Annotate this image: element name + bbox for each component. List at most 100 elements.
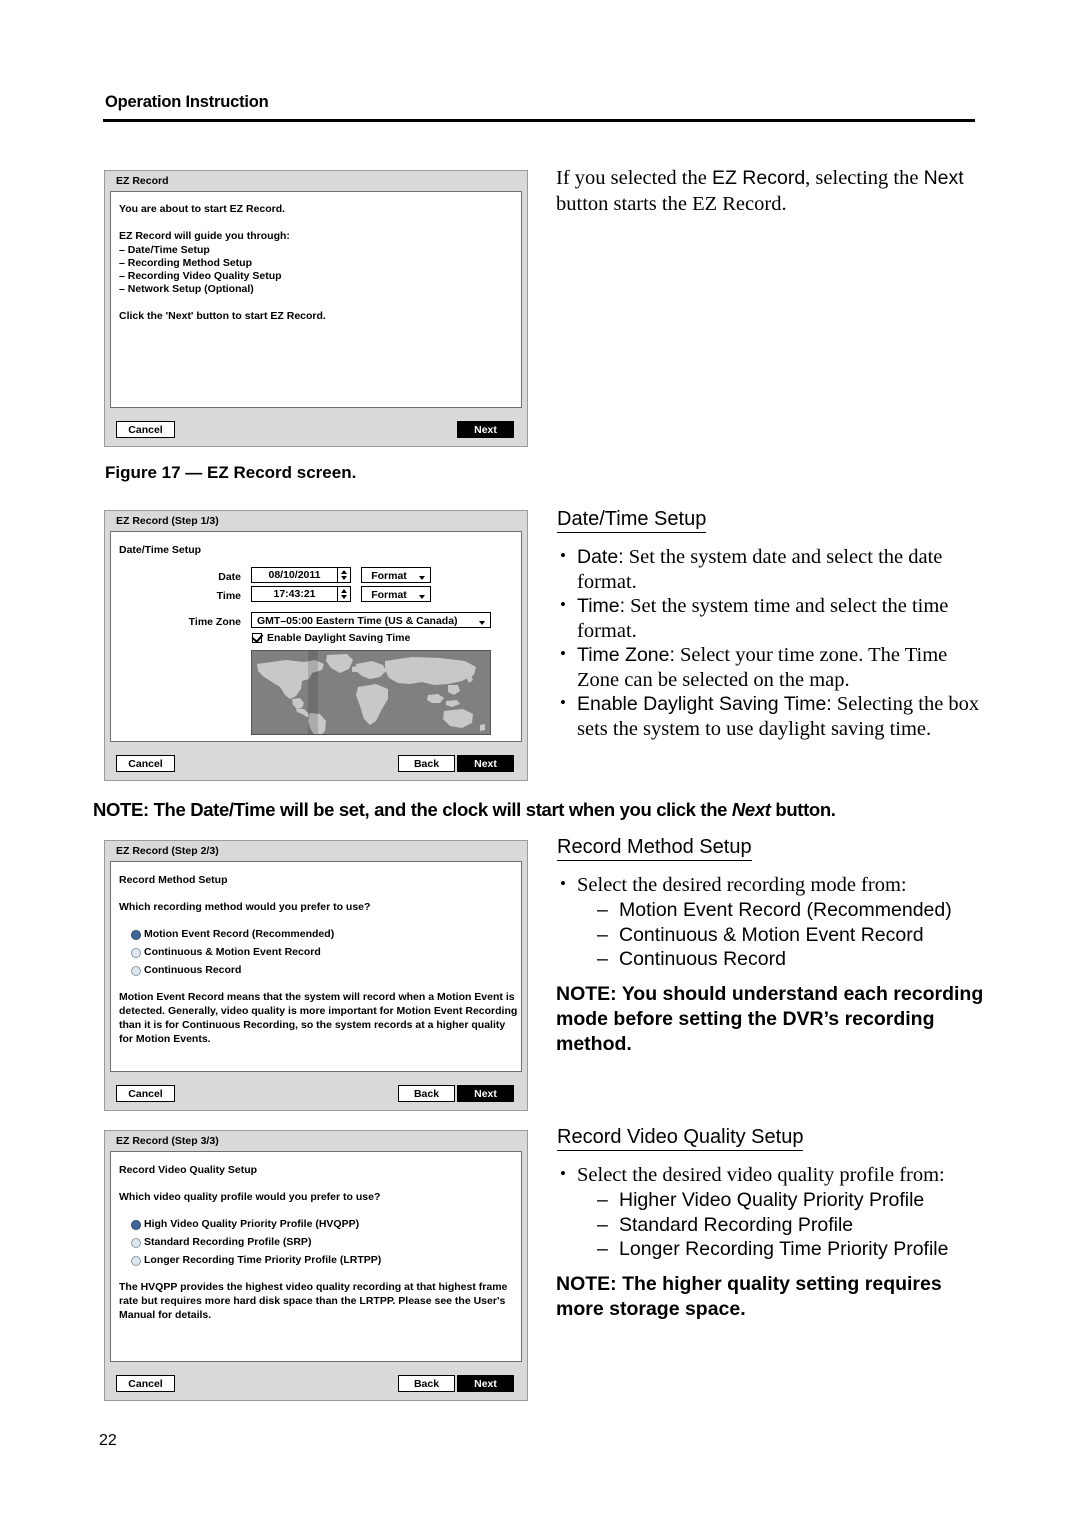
list-item: Select the desired recording mode from: [555, 872, 987, 898]
radio-motion-event-record[interactable] [131, 930, 141, 940]
list-item: Continuous & Motion Event Record [593, 923, 993, 948]
dialog-footer: Cancel Back Next [105, 1368, 527, 1400]
dialog-footer: Cancel Next [105, 414, 527, 446]
dialog-title: EZ Record [116, 175, 169, 187]
list-item: Time: Set the system time and select the… [555, 593, 987, 643]
video-quality-description: The HVQPP provides the highest video qua… [119, 1281, 508, 1321]
bullet-text: Set the system time and select the time … [577, 595, 949, 642]
time-input[interactable]: 17:43:21 [251, 586, 338, 602]
bullet-term: Time Zone: [577, 644, 675, 666]
dialog-ez-record-intro: EZ Record You are about to start EZ Reco… [104, 170, 528, 447]
radio-continuous-record[interactable] [131, 966, 141, 976]
timezone-value: GMT–05:00 Eastern Time (US & Canada) [257, 615, 458, 627]
date-input[interactable]: 08/10/2011 [251, 567, 338, 583]
radio-label-high-video-quality-priority-profile[interactable]: High Video Quality Priority Profile (HVQ… [144, 1218, 359, 1231]
radio-label-continuous-and-motion-event-record[interactable]: Continuous & Motion Event Record [144, 946, 321, 959]
bullet-term: Time: [577, 595, 626, 617]
dialog-title: EZ Record (Step 1/3) [116, 515, 219, 527]
stepper-down-icon[interactable] [341, 576, 347, 580]
next-button[interactable]: Next [457, 755, 514, 772]
date-format-dropdown[interactable]: Format [361, 567, 431, 583]
bullet-text: Select the desired video quality profile… [577, 1164, 945, 1186]
selected-timezone-band [308, 651, 318, 734]
back-button[interactable]: Back [398, 1375, 455, 1392]
header-rule [103, 119, 975, 122]
cancel-button[interactable]: Cancel [116, 1375, 175, 1392]
radio-label-motion-event-record[interactable]: Motion Event Record (Recommended) [144, 928, 334, 941]
radio-standard-recording-profile[interactable] [131, 1238, 141, 1248]
next-button[interactable]: Next [457, 421, 514, 438]
cancel-button[interactable]: Cancel [116, 421, 175, 438]
stepper-up-icon[interactable] [341, 570, 347, 574]
dialog-ez-record-step2: EZ Record (Step 2/3) Record Method Setup… [104, 840, 528, 1111]
list-item: Longer Recording Time Priority Profile [593, 1237, 993, 1262]
list-item: Motion Event Record (Recommended) [593, 898, 993, 923]
intro-guide-item-3: – Recording Video Quality Setup [119, 270, 282, 282]
intro-guide-heading: EZ Record will guide you through: [119, 230, 290, 242]
cancel-button[interactable]: Cancel [116, 1085, 175, 1102]
dialog-titlebar: EZ Record (Step 2/3) [105, 841, 527, 861]
radio-label-continuous-record[interactable]: Continuous Record [144, 964, 241, 977]
figure-caption: Figure 17 — EZ Record screen. [105, 463, 357, 482]
intro-paragraph: If you selected the EZ Record, selecting… [556, 166, 988, 217]
list-item: Continuous Record [593, 947, 993, 972]
note-record-method: NOTE: You should understand each recordi… [556, 983, 984, 1055]
bullet-term: Date: [577, 546, 624, 568]
next-button[interactable]: Next [457, 1085, 514, 1102]
dst-label: Enable Daylight Saving Time [267, 632, 411, 644]
record-method-bullet-list: Select the desired recording mode from: [555, 872, 987, 898]
stepper-down-icon[interactable] [341, 595, 347, 599]
dialog-titlebar: EZ Record [105, 171, 527, 191]
stepper-up-icon[interactable] [341, 589, 347, 593]
back-button[interactable]: Back [398, 755, 455, 772]
intro-text-ez: EZ Record [711, 167, 806, 189]
time-stepper[interactable] [338, 586, 351, 602]
timezone-dropdown[interactable]: GMT–05:00 Eastern Time (US & Canada) [251, 612, 491, 628]
chevron-down-icon[interactable] [419, 576, 425, 580]
note-text-b: button. [770, 799, 836, 820]
dialog-ez-record-step1: EZ Record (Step 1/3) Date/Time Setup Dat… [104, 510, 528, 781]
radio-label-standard-recording-profile[interactable]: Standard Recording Profile (SRP) [144, 1236, 311, 1249]
note-text-a: NOTE: The Date/Time will be set, and the… [93, 799, 732, 820]
cancel-button[interactable]: Cancel [116, 755, 175, 772]
intro-text-b: , selecting the [805, 167, 924, 189]
list-item: Date: Set the system date and select the… [555, 544, 987, 594]
radio-label-longer-recording-time-priority-profile[interactable]: Longer Recording Time Priority Profile (… [144, 1254, 381, 1267]
list-item: Select the desired video quality profile… [555, 1162, 987, 1188]
list-item: Standard Recording Profile [593, 1213, 993, 1238]
timezone-label: Time Zone [188, 616, 241, 628]
list-item: Time Zone: Select your time zone. The Ti… [555, 642, 987, 692]
date-label: Date [218, 571, 241, 583]
radio-continuous-and-motion-event-record[interactable] [131, 948, 141, 958]
note-datetime: NOTE: The Date/Time will be set, and the… [93, 797, 836, 822]
video-quality-bullet-list: Select the desired video quality profile… [555, 1162, 987, 1188]
intro-guide-item-4: – Network Setup (Optional) [119, 283, 254, 295]
back-button[interactable]: Back [398, 1085, 455, 1102]
chevron-down-icon[interactable] [479, 621, 485, 625]
dialog-titlebar: EZ Record (Step 1/3) [105, 511, 527, 531]
video-quality-profile-list: Higher Video Quality Priority Profile St… [593, 1188, 993, 1262]
note-text-italic: Next [731, 799, 771, 820]
radio-longer-recording-time-priority-profile[interactable] [131, 1256, 141, 1266]
time-format-dropdown[interactable]: Format [361, 586, 431, 602]
time-format-label: Format [371, 589, 407, 601]
intro-line1: You are about to start EZ Record. [119, 203, 286, 215]
radio-high-video-quality-priority-profile[interactable] [131, 1220, 141, 1230]
dialog-titlebar: EZ Record (Step 3/3) [105, 1131, 527, 1151]
dst-checkbox[interactable] [251, 630, 264, 644]
record-method-description: Motion Event Record means that the syste… [119, 991, 518, 1045]
video-quality-question: Which video quality profile would you pr… [119, 1191, 381, 1203]
dialog-footer: Cancel Back Next [105, 1078, 527, 1110]
time-label: Time [216, 590, 241, 602]
page-number: 22 [99, 1432, 117, 1449]
date-stepper[interactable] [338, 567, 351, 583]
dialog-body: You are about to start EZ Record. EZ Rec… [110, 191, 522, 408]
next-button[interactable]: Next [457, 1375, 514, 1392]
check-icon [251, 630, 264, 644]
dialog-body: Record Method Setup Which recording meth… [110, 861, 522, 1072]
chevron-down-icon[interactable] [419, 595, 425, 599]
intro-text-next: Next [923, 167, 964, 189]
timezone-world-map[interactable] [251, 650, 491, 735]
dialog-footer: Cancel Back Next [105, 748, 527, 780]
date-format-label: Format [371, 570, 407, 582]
